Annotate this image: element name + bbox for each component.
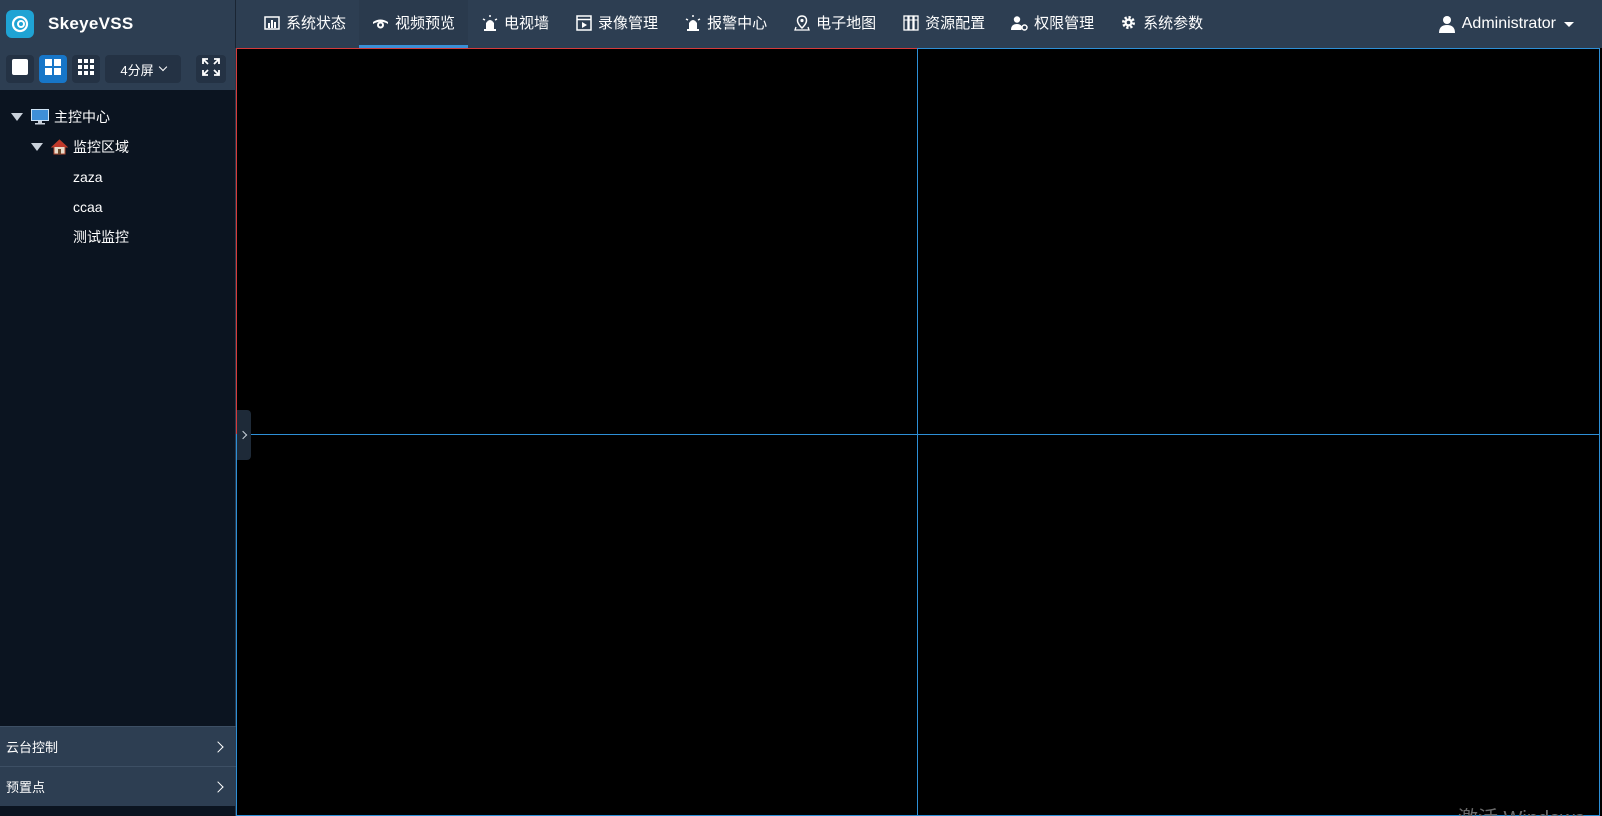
bar-chart-icon [263, 14, 280, 31]
single-screen-icon [12, 58, 28, 80]
layout-toolbar: 4分屏 [0, 48, 235, 90]
ptz-control-panel[interactable]: 云台控制 [0, 726, 236, 766]
panel-title: 预置点 [6, 780, 46, 795]
windows-activation-watermark: 激活 Windows [1458, 802, 1585, 816]
nav-label: 录像管理 [598, 15, 659, 32]
caret-down-icon[interactable] [31, 143, 43, 151]
nav-system-params[interactable]: 系统参数 [1107, 0, 1216, 48]
chevron-right-icon [212, 780, 224, 793]
fullscreen-icon [202, 57, 220, 81]
chevron-right-icon [238, 430, 248, 440]
tree-node-device[interactable]: ccaa [0, 192, 235, 222]
video-cell-1[interactable] [236, 48, 918, 435]
nav-video-preview[interactable]: 视频预览 [359, 0, 469, 48]
nav-resource-config[interactable]: 资源配置 [889, 0, 998, 48]
map-pin-icon [793, 14, 810, 31]
camera-dome-icon [372, 14, 389, 31]
panel-title: 云台控制 [6, 740, 59, 755]
app-logo-icon [6, 10, 34, 38]
caret-down-icon[interactable] [11, 113, 23, 121]
nav-recording[interactable]: 录像管理 [562, 0, 671, 48]
user-name: Administrator [1461, 15, 1556, 32]
nav-permissions[interactable]: 权限管理 [998, 0, 1107, 48]
nav-label: 报警中心 [707, 15, 768, 32]
nav-label: 权限管理 [1034, 15, 1095, 32]
video-cell-4[interactable] [917, 434, 1600, 816]
server-rack-icon [902, 14, 919, 31]
brand: SkeyeVSS [0, 0, 236, 48]
video-cell-2[interactable] [917, 48, 1600, 435]
app-name: SkeyeVSS [48, 14, 134, 33]
nav-label: 视频预览 [395, 15, 456, 32]
sidebar: 4分屏 主控中心 监控区域 zaza ccaa 测试监控 云台控制 预置点 [0, 48, 236, 816]
tree-label: 主控中心 [54, 109, 110, 125]
preset-panel[interactable]: 预置点 [0, 766, 236, 806]
nav-label: 资源配置 [925, 15, 986, 32]
split-select[interactable]: 4分屏 [105, 55, 181, 83]
chevron-down-icon [158, 62, 167, 72]
nav-label: 系统参数 [1143, 15, 1204, 32]
layout-4-button[interactable] [39, 55, 67, 83]
tree-node-area[interactable]: 监控区域 [0, 132, 235, 162]
video-cell-3[interactable] [236, 434, 918, 816]
fullscreen-button[interactable] [196, 55, 226, 83]
nav-label: 电子地图 [816, 15, 877, 32]
siren-icon [684, 14, 701, 31]
nav-label: 系统状态 [286, 15, 347, 32]
device-tree: 主控中心 监控区域 zaza ccaa 测试监控 [0, 90, 235, 252]
tree-node-device[interactable]: 测试监控 [0, 222, 235, 252]
nav-tv-wall[interactable]: 电视墙 [468, 0, 562, 48]
chevron-down-icon [1564, 21, 1574, 27]
alarm-light-icon [481, 14, 498, 31]
film-icon [575, 14, 592, 31]
tree-label: 监控区域 [73, 139, 129, 155]
layout-1-button[interactable] [6, 55, 34, 83]
top-bar: SkeyeVSS 系统状态 视频预览 电视墙 录像管理 报警中心 电子地图 资源… [0, 0, 1602, 48]
monitor-icon [31, 109, 49, 125]
tree-label: 测试监控 [73, 229, 129, 245]
split-select-value: 4分屏 [120, 62, 154, 78]
video-grid [236, 48, 1602, 816]
user-menu[interactable]: Administrator [1438, 0, 1574, 48]
nav-alarm-center[interactable]: 报警中心 [671, 0, 780, 48]
tree-node-device[interactable]: zaza [0, 162, 235, 192]
gear-icon [1120, 14, 1137, 31]
main-nav: 系统状态 视频预览 电视墙 录像管理 报警中心 电子地图 资源配置 权限管理 系… [250, 0, 1216, 48]
tree-label: ccaa [73, 199, 103, 215]
tree-label: zaza [73, 169, 103, 185]
sidebar-toggle-button[interactable] [237, 410, 251, 460]
house-icon [51, 139, 68, 155]
nav-label: 电视墙 [504, 15, 550, 32]
app-window: SkeyeVSS 系统状态 视频预览 电视墙 录像管理 报警中心 电子地图 资源… [0, 0, 1602, 816]
nine-screen-icon [78, 58, 94, 80]
tree-node-root[interactable]: 主控中心 [0, 102, 235, 132]
chevron-right-icon [212, 740, 224, 753]
user-icon [1438, 15, 1456, 33]
nav-system-status[interactable]: 系统状态 [250, 0, 359, 48]
user-gear-icon [1011, 14, 1028, 31]
quad-screen-icon [45, 58, 61, 80]
layout-9-button[interactable] [72, 55, 100, 83]
nav-e-map[interactable]: 电子地图 [780, 0, 889, 48]
